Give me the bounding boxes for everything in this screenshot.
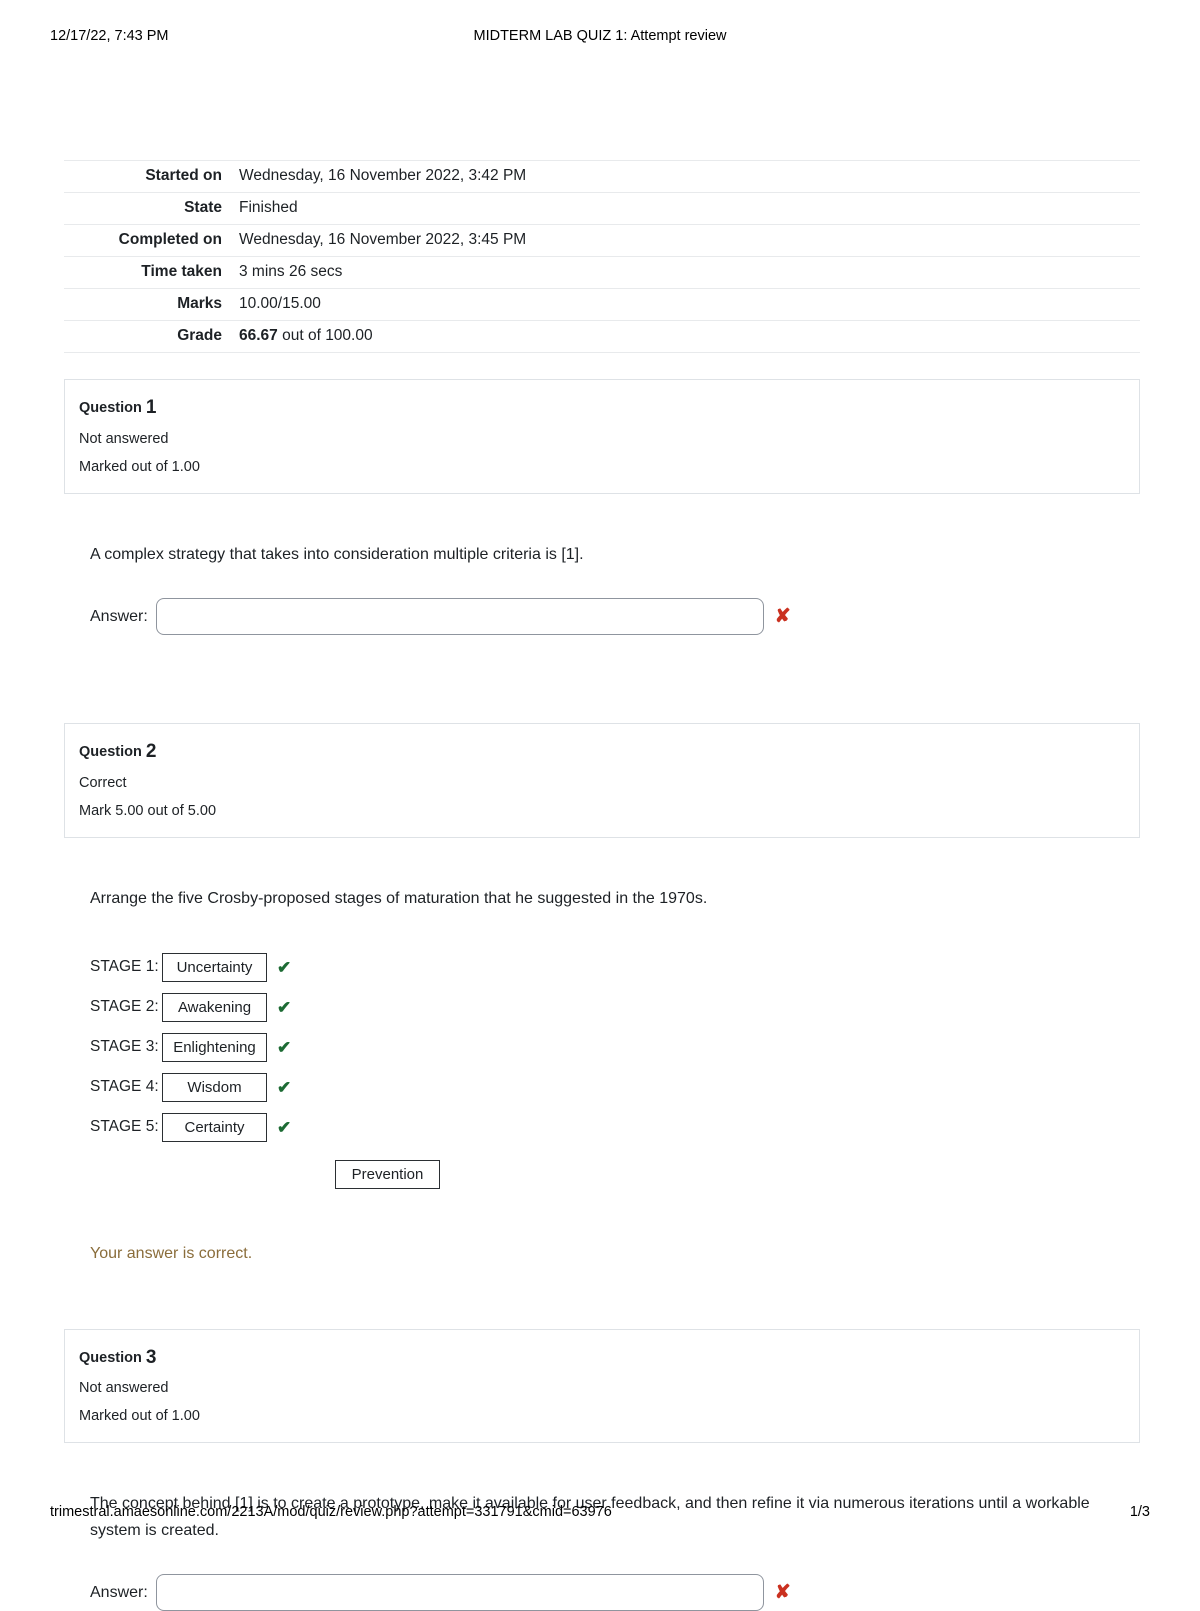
question-label: Question (79, 400, 142, 416)
correct-icon: ✔ (277, 1117, 292, 1137)
incorrect-icon: ✘ (774, 606, 791, 628)
answer-label-3: Answer: (90, 1583, 148, 1601)
stage-dropzone-4[interactable]: Wisdom (162, 1072, 267, 1102)
print-footer-url: trimestral.amaesonline.com/2213A/mod/qui… (50, 1504, 612, 1520)
question-text-2: Arrange the five Crosby-proposed stages … (90, 890, 708, 908)
grade-suffix: out of 100.00 (277, 327, 373, 344)
answer-input-1[interactable] (155, 598, 764, 636)
question-block-2: Question 2 Correct Mark 5.00 out of 5.00… (64, 723, 1140, 1262)
grade-number: 66.67 (239, 327, 278, 344)
table-row: Time taken 3 mins 26 secs (64, 256, 1140, 289)
attempt-summary-table: Started on Wednesday, 16 November 2022, … (64, 160, 1140, 353)
stage-dropzone-5[interactable]: Certainty (162, 1112, 267, 1142)
stage-dropzone-1[interactable]: Uncertainty (162, 952, 267, 982)
question-number-3: Question 3 (79, 1346, 1123, 1369)
correct-icon: ✔ (277, 1037, 292, 1057)
question-info-1: Question 1 Not answered Marked out of 1.… (64, 379, 1140, 494)
answer-label-1: Answer: (90, 607, 148, 625)
drag-item-prevention[interactable]: Prevention (335, 1159, 440, 1189)
list-item: STAGE 5: Certainty ✔ (90, 1112, 1140, 1142)
list-item: STAGE 2: Awakening ✔ (90, 992, 1140, 1022)
answer-row-1: Answer: ✘ (90, 598, 1140, 636)
summary-value-completed-on: Wednesday, 16 November 2022, 3:45 PM (239, 231, 527, 248)
list-item: STAGE 4: Wisdom ✔ (90, 1072, 1140, 1102)
question-grade-3: Marked out of 1.00 (79, 1408, 200, 1425)
summary-label-state: State (184, 199, 222, 216)
table-row: Completed on Wednesday, 16 November 2022… (64, 224, 1140, 257)
summary-value-grade: 66.67 out of 100.00 (234, 321, 1140, 353)
summary-label-time-taken: Time taken (141, 263, 222, 280)
question-grade-2: Mark 5.00 out of 5.00 (79, 803, 217, 820)
question-text-1: A complex strategy that takes into consi… (90, 545, 584, 563)
stage-label-5: STAGE 5: (90, 1118, 159, 1136)
correct-icon: ✔ (277, 957, 292, 977)
table-row: Started on Wednesday, 16 November 2022, … (64, 160, 1140, 193)
answer-row-3: Answer: ✘ (90, 1574, 1140, 1611)
question-state-3: Not answered (79, 1380, 169, 1397)
question-grade-1: Marked out of 1.00 (79, 458, 200, 475)
incorrect-icon: ✘ (774, 1582, 791, 1604)
question-state-2: Correct (79, 775, 127, 792)
question-state-1: Not answered (79, 430, 169, 447)
print-header-title: MIDTERM LAB QUIZ 1: Attempt review (473, 28, 727, 44)
stage-label-2: STAGE 2: (90, 998, 159, 1016)
stage-list: STAGE 1: Uncertainty ✔ STAGE 2: Awakenin… (90, 952, 1140, 1142)
stage-dropzone-2[interactable]: Awakening (162, 992, 267, 1022)
table-row: State Finished (64, 192, 1140, 225)
question-block-1: Question 1 Not answered Marked out of 1.… (64, 379, 1140, 636)
question-number-2: Question 2 (79, 741, 1123, 763)
summary-label-marks: Marks (177, 295, 222, 312)
question-info-3: Question 3 Not answered Marked out of 1.… (64, 1328, 1140, 1444)
question-index: 2 (145, 741, 157, 763)
question-label: Question (79, 1349, 142, 1366)
table-row: Grade 66.67 out of 100.00 (64, 320, 1140, 353)
stage-dropzone-3[interactable]: Enlightening (162, 1032, 267, 1062)
summary-label-completed-on: Completed on (118, 231, 222, 248)
summary-value-marks: 10.00/15.00 (239, 295, 321, 312)
print-header: 12/17/22, 7:43 PM MIDTERM LAB QUIZ 1: At… (0, 28, 1200, 48)
question-label: Question (79, 744, 142, 761)
stage-label-1: STAGE 1: (90, 958, 159, 976)
quiz-review-content: Started on Wednesday, 16 November 2022, … (64, 160, 1140, 1611)
summary-label-started-on: Started on (145, 167, 222, 184)
correct-icon: ✔ (277, 1077, 292, 1097)
answer-input-3[interactable] (155, 1574, 764, 1611)
summary-label-grade: Grade (177, 327, 222, 344)
question-block-3: Question 3 Not answered Marked out of 1.… (64, 1328, 1140, 1611)
summary-value-time-taken: 3 mins 26 secs (239, 263, 343, 280)
table-row: Marks 10.00/15.00 (64, 288, 1140, 321)
question-index: 3 (145, 1346, 157, 1368)
list-item: STAGE 1: Uncertainty ✔ (90, 952, 1140, 982)
question-number-1: Question 1 (79, 397, 1123, 419)
question-index: 1 (145, 397, 157, 418)
spare-drag-area: Prevention (335, 1159, 1140, 1189)
question-feedback-2: Your answer is correct. (90, 1244, 253, 1262)
stage-label-3: STAGE 3: (90, 1038, 159, 1056)
stage-label-4: STAGE 4: (90, 1078, 159, 1096)
question-body-2: Arrange the five Crosby-proposed stages … (64, 886, 1140, 1262)
print-footer-page: 1/3 (1129, 1504, 1150, 1520)
summary-value-state: Finished (239, 199, 298, 216)
print-footer: trimestral.amaesonline.com/2213A/mod/qui… (0, 1504, 1200, 1524)
question-info-2: Question 2 Correct Mark 5.00 out of 5.00 (64, 723, 1140, 839)
question-body-1: A complex strategy that takes into consi… (64, 542, 1140, 636)
correct-icon: ✔ (277, 997, 292, 1017)
summary-value-started-on: Wednesday, 16 November 2022, 3:42 PM (239, 167, 527, 184)
list-item: STAGE 3: Enlightening ✔ (90, 1032, 1140, 1062)
